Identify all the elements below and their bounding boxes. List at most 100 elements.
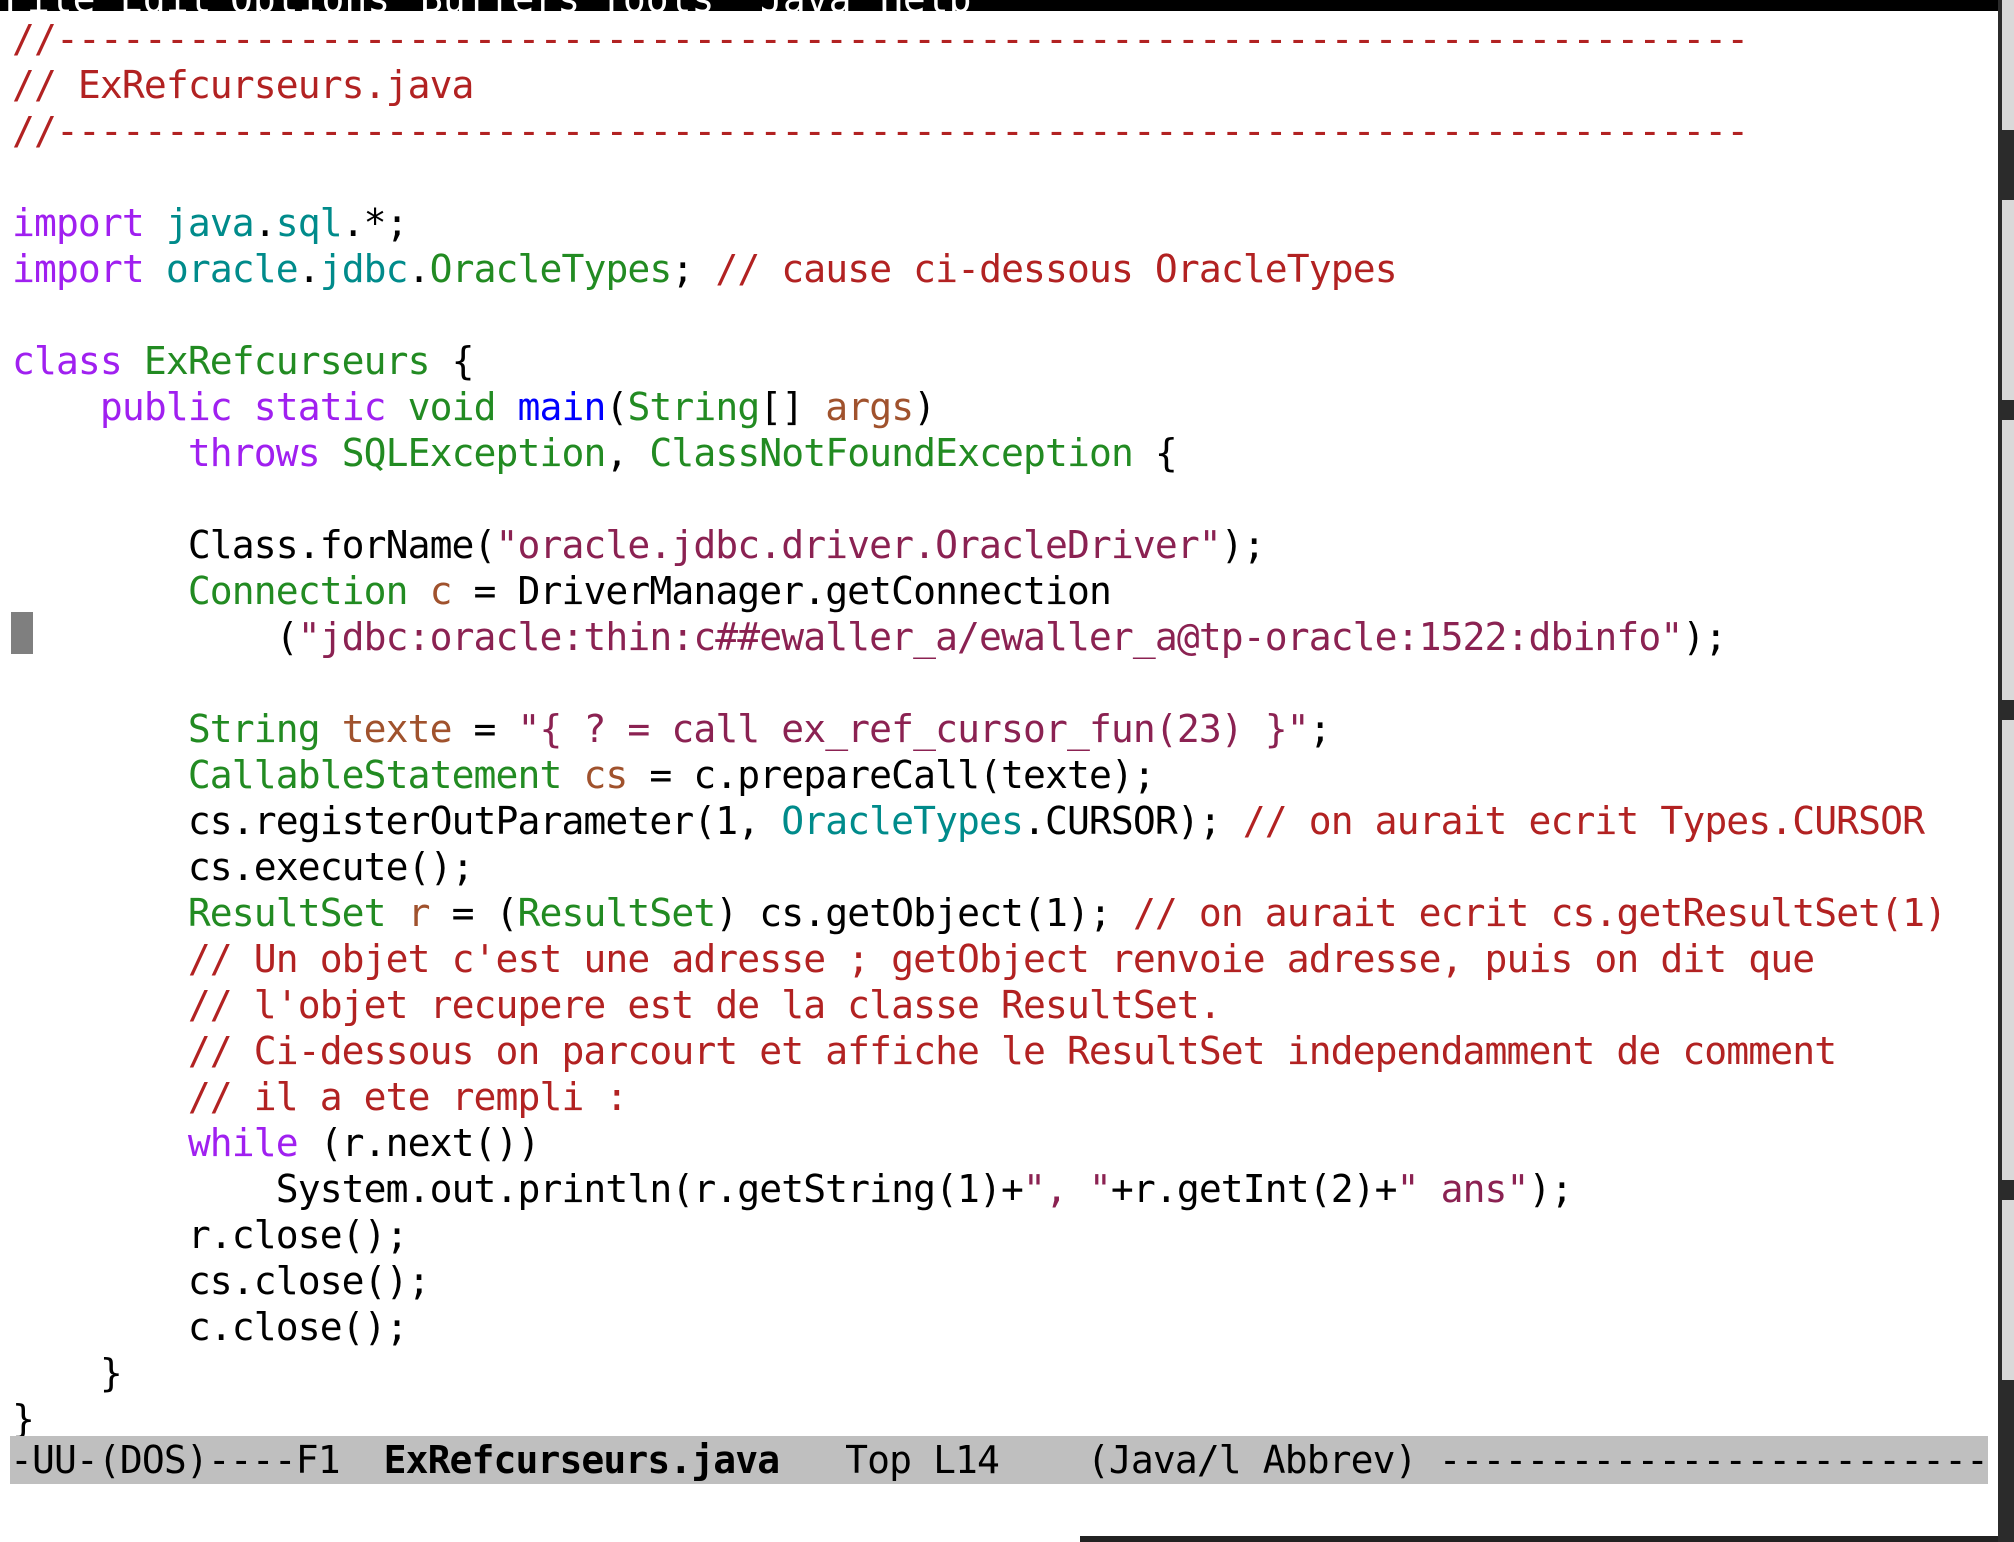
code-line[interactable]: public static void main(String[] args) bbox=[12, 384, 1998, 430]
code-line[interactable]: //--------------------------------------… bbox=[12, 16, 1998, 62]
code-line[interactable]: Class.forName("oracle.jdbc.driver.Oracle… bbox=[12, 522, 1998, 568]
code-token: c bbox=[429, 569, 453, 613]
code-token: ResultSet bbox=[187, 891, 387, 935]
code-line[interactable] bbox=[12, 476, 1998, 522]
modeline-fill: ------------------------- bbox=[1438, 1438, 1988, 1482]
code-token: "jdbc:oracle:thin:c##ewaller_a/ewaller_a… bbox=[297, 615, 1684, 659]
code-line[interactable]: throws SQLException, ClassNotFoundExcept… bbox=[12, 430, 1998, 476]
code-line[interactable]: String texte = "{ ? = call ex_ref_cursor… bbox=[12, 706, 1998, 752]
minibuffer[interactable] bbox=[0, 1490, 1998, 1542]
text-cursor bbox=[11, 612, 33, 654]
code-line[interactable]: ("jdbc:oracle:thin:c##ewaller_a/ewaller_… bbox=[12, 614, 1998, 660]
code-token: args bbox=[825, 385, 914, 429]
code-token: c.close(); bbox=[12, 1305, 409, 1349]
code-line[interactable]: // l'objet recupere est de la classe Res… bbox=[12, 982, 1998, 1028]
menu-item-options[interactable]: Options bbox=[230, 0, 390, 11]
code-token: cs.execute(); bbox=[12, 845, 475, 889]
desktop-edge bbox=[1998, 0, 2014, 1542]
code-token: = DriverManager.getConnection bbox=[451, 569, 1112, 613]
code-token: // il a ete rempli : bbox=[187, 1075, 628, 1119]
code-token: java bbox=[165, 201, 255, 245]
code-line[interactable]: import java.sql.*; bbox=[12, 200, 1998, 246]
code-token: cs.registerOutParameter(1, bbox=[12, 799, 782, 843]
code-line[interactable]: ResultSet r = (ResultSet) cs.getObject(1… bbox=[12, 890, 1998, 936]
code-token: } bbox=[12, 1397, 35, 1441]
code-token: .*; bbox=[341, 201, 409, 245]
code-line[interactable]: // il a ete rempli : bbox=[12, 1074, 1998, 1120]
code-token: Connection bbox=[187, 569, 409, 613]
code-token: static bbox=[253, 385, 387, 429]
code-token: System.out.println(r.getString(1)+ bbox=[12, 1167, 1024, 1211]
code-line[interactable]: cs.execute(); bbox=[12, 844, 1998, 890]
code-token: class bbox=[12, 339, 123, 383]
code-token: r bbox=[407, 891, 431, 935]
menu-item-buffers[interactable]: Buffers bbox=[420, 0, 580, 11]
code-token: ClassNotFoundException bbox=[649, 431, 1133, 475]
code-line[interactable]: class ExRefcurseurs { bbox=[12, 338, 1998, 384]
code-line[interactable]: c.close(); bbox=[12, 1304, 1998, 1350]
code-token: //--------------------------------------… bbox=[12, 17, 1749, 61]
code-line[interactable]: //--------------------------------------… bbox=[12, 108, 1998, 154]
code-line[interactable]: CallableStatement cs = c.prepareCall(tex… bbox=[12, 752, 1998, 798]
code-token: void bbox=[407, 385, 497, 429]
code-editor[interactable]: //--------------------------------------… bbox=[12, 16, 1998, 1441]
code-line[interactable]: // Ci-dessous on parcourt et affiche le … bbox=[12, 1028, 1998, 1074]
modeline-prefix: -UU-(DOS)----F1 bbox=[10, 1438, 384, 1482]
code-token: . bbox=[407, 247, 431, 291]
code-line[interactable]: r.close(); bbox=[12, 1212, 1998, 1258]
code-token: "oracle.jdbc.driver.OracleDriver" bbox=[495, 523, 1222, 567]
code-token: cs bbox=[583, 753, 628, 797]
code-line[interactable] bbox=[12, 154, 1998, 200]
code-line[interactable] bbox=[12, 660, 1998, 706]
code-token: ); bbox=[1220, 523, 1266, 567]
code-token: . bbox=[253, 201, 277, 245]
mode-line[interactable]: -UU-(DOS)----F1 ExRefcurseurs.java Top L… bbox=[10, 1436, 1988, 1484]
code-line[interactable]: cs.registerOutParameter(1, OracleTypes.C… bbox=[12, 798, 1998, 844]
code-line[interactable]: Connection c = DriverManager.getConnecti… bbox=[12, 568, 1998, 614]
code-token: String bbox=[187, 707, 321, 751]
code-token: jdbc bbox=[319, 247, 409, 291]
code-token: while bbox=[187, 1121, 299, 1165]
code-token: CallableStatement bbox=[187, 753, 563, 797]
code-token: ; bbox=[671, 247, 716, 291]
code-line[interactable]: cs.close(); bbox=[12, 1258, 1998, 1304]
code-line[interactable]: import oracle.jdbc.OracleTypes; // cause… bbox=[12, 246, 1998, 292]
menu-item-help[interactable]: Help bbox=[880, 0, 972, 11]
code-token: { bbox=[1132, 431, 1178, 475]
code-token: r.close(); bbox=[12, 1213, 409, 1257]
code-token: throws bbox=[187, 431, 321, 475]
menu-bar[interactable]: File Edit Options Buffers Tools Java Help bbox=[0, 0, 1998, 11]
code-token: ( bbox=[605, 385, 628, 429]
menu-item-file[interactable]: File bbox=[4, 0, 96, 11]
code-line[interactable] bbox=[12, 292, 1998, 338]
code-token: // on aurait ecrit Types.CURSOR bbox=[1242, 799, 1925, 843]
menu-item-edit[interactable]: Edit bbox=[120, 0, 212, 11]
code-token: ) cs.getObject(1); bbox=[715, 891, 1133, 935]
menu-item-java[interactable]: Java bbox=[760, 0, 852, 11]
modeline-buffer-name[interactable]: ExRefcurseurs.java bbox=[384, 1438, 781, 1482]
menu-item-tools[interactable]: Tools bbox=[600, 0, 714, 11]
code-line[interactable]: } bbox=[12, 1350, 1998, 1396]
code-line[interactable]: while (r.next()) bbox=[12, 1120, 1998, 1166]
code-token: (r.next()) bbox=[297, 1121, 541, 1165]
code-line[interactable]: // ExRefcurseurs.java bbox=[12, 62, 1998, 108]
code-token: " ans" bbox=[1396, 1167, 1530, 1211]
code-token: OracleTypes bbox=[429, 247, 673, 291]
code-line[interactable]: // Un objet c'est une adresse ; getObjec… bbox=[12, 936, 1998, 982]
code-line[interactable]: System.out.println(r.getString(1)+", "+r… bbox=[12, 1166, 1998, 1212]
code-token: sql bbox=[275, 201, 343, 245]
